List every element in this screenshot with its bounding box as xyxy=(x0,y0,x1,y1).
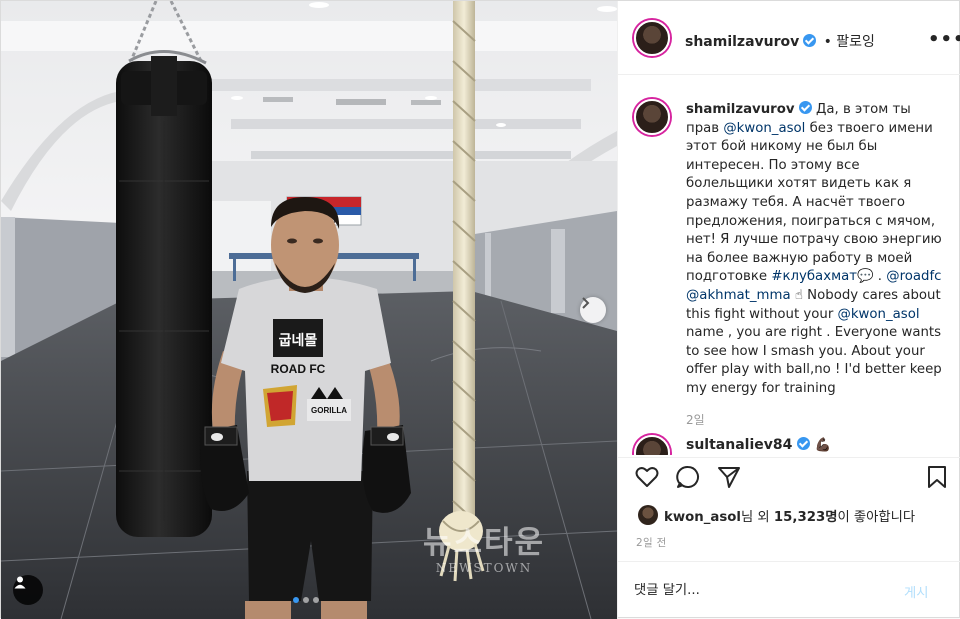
likes-text: 이 좋아합니다 xyxy=(837,510,916,525)
likes-text: 님 외 xyxy=(740,510,774,525)
pointing-emoji: ☝ xyxy=(794,287,803,303)
comment-icon[interactable] xyxy=(675,464,701,490)
commenter-avatar[interactable] xyxy=(634,435,670,455)
comment-emoji: 💪🏿 xyxy=(814,438,832,453)
punching-bag xyxy=(116,56,212,537)
post-side-panel: shamilzavurov • 팔로잉 ••• shamilzavurov Да… xyxy=(617,1,960,619)
mention-link[interactable]: @kwon_asol xyxy=(838,307,920,322)
watermark-english: NEWSTOWN xyxy=(435,561,533,575)
action-bar xyxy=(618,457,960,497)
watermark: 뉴스타운 NEWSTOWN xyxy=(399,525,569,575)
bookmark-icon[interactable] xyxy=(924,464,950,490)
comment-input[interactable] xyxy=(634,578,904,602)
caption-text: без твоего имени этот бой никому не был … xyxy=(686,120,942,285)
carousel-dot xyxy=(313,597,319,603)
verified-icon xyxy=(803,34,817,47)
post-frame: DAGESTAN xyxy=(0,0,960,619)
likes-count[interactable]: 15,323명 xyxy=(774,510,838,525)
caption-text: name , you are right . Everyone wants to… xyxy=(686,325,942,396)
share-icon[interactable] xyxy=(716,464,742,490)
caption-username[interactable]: shamilzavurov xyxy=(686,102,795,117)
mention-link[interactable]: @roadfc xyxy=(886,269,941,284)
comments-area[interactable]: shamilzavurov Да, в этом ты прав @kwon_a… xyxy=(618,75,960,455)
more-options-button[interactable]: ••• xyxy=(928,29,960,50)
post-header: shamilzavurov • 팔로잉 ••• xyxy=(618,1,960,75)
shirt-logo-gorilla: GORILLA xyxy=(311,406,347,415)
carousel-dot xyxy=(303,597,309,603)
speech-emoji: 💬 xyxy=(857,269,874,285)
post-caption: shamilzavurov Да, в этом ты прав @kwon_a… xyxy=(686,101,948,399)
caption-author-avatar[interactable] xyxy=(634,99,670,135)
caption-text: . xyxy=(877,269,883,285)
commenter-username[interactable]: sultanaliev84 xyxy=(686,437,792,453)
liker-avatar[interactable] xyxy=(638,505,658,525)
chevron-right-icon xyxy=(582,297,590,309)
carousel-indicator xyxy=(293,597,319,603)
tag-person-icon xyxy=(14,576,26,589)
comment-item: sultanaliev84 💪🏿 xyxy=(686,437,831,453)
likes-summary: kwon_asol님 외 15,323명이 좋아합니다 xyxy=(664,506,915,525)
post-timestamp[interactable]: 2일 전 xyxy=(636,535,667,550)
hashtag-link[interactable]: #клубахмат xyxy=(771,269,857,284)
verified-icon xyxy=(797,437,810,450)
tagged-people-button[interactable] xyxy=(13,575,43,605)
post-photo[interactable]: DAGESTAN xyxy=(1,1,617,619)
following-button[interactable]: • 팔로잉 xyxy=(824,34,875,50)
mention-link[interactable]: @kwon_asol xyxy=(723,121,805,136)
watermark-korean: 뉴스타운 xyxy=(422,525,546,561)
mention-link[interactable]: @akhmat_mma xyxy=(686,288,791,303)
liker-username[interactable]: kwon_asol xyxy=(664,510,741,525)
post-comment-button[interactable]: 게시 xyxy=(904,582,928,601)
heart-icon[interactable] xyxy=(634,464,660,490)
caption-time: 2일 xyxy=(686,413,705,427)
carousel-dot xyxy=(293,597,299,603)
author-avatar[interactable] xyxy=(634,20,670,56)
verified-icon xyxy=(798,101,812,114)
author-line: shamilzavurov • 팔로잉 xyxy=(685,31,875,51)
carousel-next-button[interactable] xyxy=(580,297,606,323)
shirt-logo-roadfc: ROAD FC xyxy=(271,362,326,376)
shirt-logo-gubne: 굽네몰 xyxy=(279,333,318,349)
author-username[interactable]: shamilzavurov xyxy=(685,34,799,50)
comment-form: 게시 xyxy=(618,561,960,619)
